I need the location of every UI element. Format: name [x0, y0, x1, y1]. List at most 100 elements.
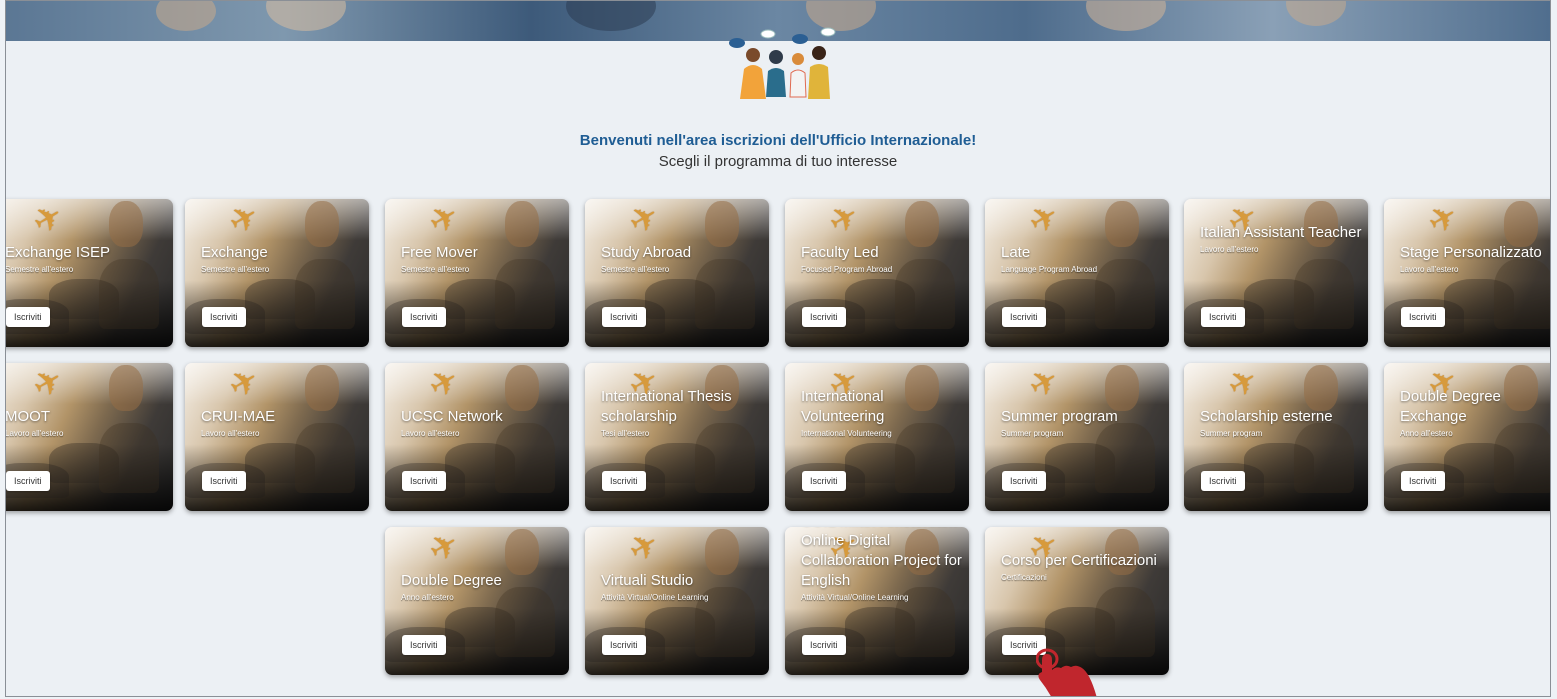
airplane-icon: ✈	[1022, 363, 1066, 407]
card-background-shape	[905, 201, 939, 247]
card-background-shape	[1105, 201, 1139, 247]
enroll-button[interactable]: Iscriviti	[1401, 471, 1445, 491]
enroll-button[interactable]: Iscriviti	[802, 635, 846, 655]
airplane-icon: ✈	[622, 527, 666, 571]
airplane-icon: ✈	[222, 199, 266, 243]
program-card[interactable]: ✈ Double Degree Exchange Anno all'estero Is…	[1384, 363, 1550, 511]
card-title: Virtuali Studio	[601, 572, 694, 589]
card-subtitle: Anno all'estero	[401, 593, 454, 602]
card-background-shape	[109, 365, 143, 411]
program-card[interactable]: ✈ UCSC Network Lavoro all'estero Iscriviti	[385, 363, 569, 511]
enroll-button[interactable]: Iscriviti	[602, 471, 646, 491]
program-card[interactable]: ✈ Scholarship esterne Summer program Iscriv…	[1184, 363, 1368, 511]
card-subtitle: Focused Program Abroad	[801, 265, 893, 274]
enroll-button[interactable]: Iscriviti	[6, 307, 50, 327]
enroll-button[interactable]: Iscriviti	[202, 471, 246, 491]
card-title: COIL Milan-Amsterdam Online Digital Coll…	[801, 527, 962, 589]
card-title: Double Degree Exchange	[1400, 388, 1501, 425]
program-card[interactable]: ✈COIL Milan-Amsterdam Online Digital Col…	[785, 527, 969, 675]
airplane-icon: ✈	[26, 363, 70, 407]
card-subtitle: Summer program	[1001, 429, 1064, 438]
card-subtitle: Lavoro all'estero	[201, 429, 260, 438]
card-background-shape	[1294, 259, 1354, 329]
card-title: CRUI-MAE	[201, 408, 276, 425]
card-background-shape	[305, 201, 339, 247]
airplane-icon: ✈	[222, 363, 266, 407]
enroll-button[interactable]: Iscriviti	[1201, 307, 1245, 327]
enroll-button[interactable]: Iscriviti	[402, 471, 446, 491]
card-title: Late	[1001, 244, 1031, 261]
enroll-button[interactable]: Iscriviti	[802, 471, 846, 491]
airplane-icon: ✈	[822, 199, 866, 243]
card-subtitle: Tesi all'estero	[601, 429, 650, 438]
card-title: Faculty Led	[801, 244, 879, 261]
card-subtitle: Lavoro all'estero	[1400, 265, 1459, 274]
card-subtitle: Semestre all'estero	[5, 265, 74, 274]
card-title: Scholarship esterne	[1200, 408, 1333, 425]
card-background-shape	[1504, 201, 1538, 247]
enroll-button[interactable]: Iscriviti	[1201, 471, 1245, 491]
enroll-button[interactable]: Iscriviti	[602, 307, 646, 327]
card-title: International Thesis scholarship	[601, 388, 732, 425]
card-subtitle: Semestre all'estero	[401, 265, 470, 274]
card-subtitle: Language Program Abroad	[1001, 265, 1098, 274]
card-title: MOOT	[5, 408, 50, 425]
program-card[interactable]: ✈ Double Degree Anno all'estero Iscriviti	[385, 527, 569, 675]
airplane-icon: ✈	[1022, 199, 1066, 243]
enroll-button[interactable]: Iscriviti	[1002, 307, 1046, 327]
card-subtitle: Attività Virtual/Online Learning	[601, 593, 709, 602]
card-title: Study Abroad	[601, 244, 692, 261]
airplane-icon: ✈	[1421, 199, 1465, 243]
page-frame: Benvenuti nell'area iscrizioni dell'Uffi…	[5, 0, 1551, 697]
card-subtitle: Lavoro all'estero	[1200, 245, 1259, 254]
program-card[interactable]: ✈ Exchange ISEP Semestre all'estero Iscrivi…	[5, 199, 173, 347]
airplane-icon: ✈	[422, 199, 466, 243]
card-background-shape	[109, 201, 143, 247]
program-card[interactable]: ✈ Italian Assistant Teacher Lavoro all'est…	[1184, 199, 1368, 347]
program-card[interactable]: ✈ MOOT Lavoro all'estero Iscriviti	[5, 363, 173, 511]
card-subtitle: Semestre all'estero	[601, 265, 670, 274]
airplane-icon: ✈	[422, 363, 466, 407]
card-title: Double Degree	[401, 572, 502, 589]
card-title: Exchange ISEP	[5, 244, 111, 261]
program-card[interactable]: ✈ Summer program Summer program Iscriviti	[985, 363, 1169, 511]
card-title: Corso per Certificazioni	[1001, 552, 1157, 569]
program-card[interactable]: ✈ Virtuali Studio Attività Virtual/Online …	[585, 527, 769, 675]
card-title: Summer program	[1001, 408, 1118, 425]
enroll-button[interactable]: Iscriviti	[802, 307, 846, 327]
card-background-shape	[505, 365, 539, 411]
card-background-shape	[705, 529, 739, 575]
card-subtitle: Anno all'estero	[1400, 429, 1453, 438]
card-background-shape	[305, 365, 339, 411]
program-card[interactable]: ✈ Study Abroad Semestre all'estero Iscrivit…	[585, 199, 769, 347]
program-card[interactable]: ✈ International Volunteering International…	[785, 363, 969, 511]
card-subtitle: Certificazioni	[1001, 573, 1047, 582]
card-subtitle: Semestre all'estero	[201, 265, 270, 274]
program-card[interactable]: ✈ Late Language Program Abroad Iscriviti	[985, 199, 1169, 347]
card-title: UCSC Network	[401, 408, 503, 425]
enroll-button[interactable]: Iscriviti	[6, 471, 50, 491]
program-card[interactable]: ✈ Stage Personalizzato Lavoro all'estero Is…	[1384, 199, 1550, 347]
card-title: Free Mover	[401, 244, 478, 261]
enroll-button[interactable]: Iscriviti	[402, 635, 446, 655]
card-background-shape	[1105, 365, 1139, 411]
enroll-button[interactable]: Iscriviti	[1401, 307, 1445, 327]
card-subtitle: Lavoro all'estero	[5, 429, 64, 438]
program-card[interactable]: ✈ Faculty Led Focused Program Abroad Iscriv…	[785, 199, 969, 347]
card-subtitle: Summer program	[1200, 429, 1263, 438]
enroll-button[interactable]: Iscriviti	[1002, 471, 1046, 491]
enroll-button[interactable]: Iscriviti	[202, 307, 246, 327]
program-cards-grid: ✈ Exchange ISEP Semestre all'estero Iscrivi…	[6, 1, 1550, 696]
card-subtitle: Lavoro all'estero	[401, 429, 460, 438]
card-title: Stage Personalizzato	[1400, 244, 1542, 261]
program-card[interactable]: ✈ International Thesis scholarship Tesi al…	[585, 363, 769, 511]
program-card[interactable]: ✈ Free Mover Semestre all'estero Iscriviti	[385, 199, 569, 347]
card-title: Italian Assistant Teacher	[1200, 224, 1362, 241]
program-card[interactable]: ✈ CRUI-MAE Lavoro all'estero Iscriviti	[185, 363, 369, 511]
airplane-icon: ✈	[26, 199, 70, 243]
enroll-button[interactable]: Iscriviti	[402, 307, 446, 327]
card-title: Exchange	[201, 244, 268, 261]
card-background-shape	[505, 201, 539, 247]
enroll-button[interactable]: Iscriviti	[602, 635, 646, 655]
program-card[interactable]: ✈ Exchange Semestre all'estero Iscriviti	[185, 199, 369, 347]
